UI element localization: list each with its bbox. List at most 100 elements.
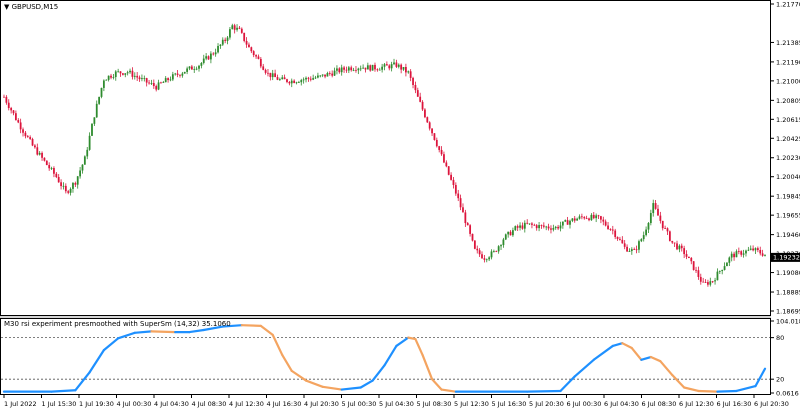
candle-body xyxy=(718,271,721,272)
candle-body xyxy=(62,185,65,187)
price-axis[interactable]: 1.21770 1.21385 1.21190 1.21000 1.20805 1.206… xyxy=(770,1,800,316)
candle-body xyxy=(504,234,507,240)
candle-body xyxy=(100,87,103,97)
panel-separator[interactable] xyxy=(0,316,771,318)
time-tick-label: 5 Jul 12:30 xyxy=(454,400,489,408)
candle-body xyxy=(288,82,291,84)
time-axis[interactable]: 1 Jul 2022 1 Jul 15:30 1 Jul 19:30 4 Jul 00… xyxy=(3,395,789,408)
candle-body xyxy=(483,258,486,260)
candle-body xyxy=(419,96,422,102)
candle-body xyxy=(395,62,398,67)
candle-body xyxy=(7,102,10,109)
candle-body xyxy=(614,230,617,237)
candle-body xyxy=(217,45,219,53)
candle-body xyxy=(545,226,548,228)
price-tick-label: 1.19655 xyxy=(776,212,800,220)
candle-body xyxy=(221,39,224,45)
candle-body xyxy=(171,74,174,80)
candle-body xyxy=(426,117,429,123)
candle-body xyxy=(764,254,766,256)
candle-body xyxy=(297,82,300,83)
indicator-tick-label: 104.018 xyxy=(776,318,800,326)
indicator-label[interactable]: M30 rsi experiment presmoothed with Supe… xyxy=(4,320,231,328)
candle-body xyxy=(112,77,115,78)
candle-body xyxy=(281,77,284,80)
candle-body xyxy=(295,82,298,84)
candle-body xyxy=(122,73,124,75)
candle-body xyxy=(383,64,386,67)
symbol-label[interactable]: ▼ GBPUSD,M15 xyxy=(4,3,58,11)
rsi-segment xyxy=(716,389,738,393)
candle-body xyxy=(752,248,755,251)
candle-body xyxy=(214,52,217,55)
time-tick-label: 5 Jul 04:30 xyxy=(379,400,414,408)
candle-body xyxy=(274,73,277,78)
candle-body xyxy=(148,82,150,84)
candle-body xyxy=(355,69,357,71)
time-tick-label: 6 Jul 16:30 xyxy=(717,400,752,408)
candle-body xyxy=(561,221,564,226)
candle-body xyxy=(640,239,643,242)
current-price-label: 1.19232 xyxy=(773,254,800,262)
price-tick-label: 1.18695 xyxy=(776,308,800,316)
candle-body xyxy=(24,132,27,137)
candle-body xyxy=(102,80,105,88)
candle-body xyxy=(628,251,631,252)
candle-body xyxy=(3,96,5,98)
candle-body xyxy=(538,225,540,229)
price-panel[interactable] xyxy=(0,0,771,316)
candle-body xyxy=(48,165,51,169)
time-tick-label: 6 Jul 04:30 xyxy=(604,400,639,408)
candle-body xyxy=(345,69,348,71)
rsi-segment xyxy=(240,324,262,327)
candle-body xyxy=(611,229,614,231)
candle-body xyxy=(416,90,419,97)
candle-body xyxy=(245,40,248,45)
candle-body xyxy=(22,129,24,133)
price-tick-label: 1.21000 xyxy=(776,77,800,85)
indicator-panel[interactable] xyxy=(0,318,771,395)
candle-body xyxy=(542,225,545,227)
candle-body xyxy=(86,149,89,157)
indicator-axis[interactable]: 104.018 80 20 0.0616 xyxy=(770,318,800,398)
candle-body xyxy=(473,240,476,249)
rsi-segment xyxy=(526,389,562,393)
candle-body xyxy=(209,53,212,60)
candle-body xyxy=(26,136,29,138)
candle-body xyxy=(160,82,162,84)
indicator-tick-label: 20 xyxy=(776,376,784,384)
candle-body xyxy=(676,243,678,250)
candle-body xyxy=(514,226,517,231)
candle-body xyxy=(519,225,521,228)
candle-body xyxy=(198,65,200,69)
candle-body xyxy=(737,251,740,253)
time-tick-label: 4 Jul 12:30 xyxy=(229,400,264,408)
candle-body xyxy=(497,246,500,252)
candle-body xyxy=(588,218,590,221)
candle-body xyxy=(10,108,13,111)
candle-body xyxy=(707,282,709,285)
candle-body xyxy=(664,228,667,229)
candle-body xyxy=(609,229,612,230)
candle-body xyxy=(443,154,445,163)
candle-body xyxy=(688,256,690,258)
candle-body xyxy=(566,220,569,225)
candle-body xyxy=(267,72,269,74)
candle-body xyxy=(457,193,460,199)
candle-body xyxy=(550,228,552,230)
candle-body xyxy=(193,69,196,70)
candle-body xyxy=(233,25,236,30)
time-tick-label: 1 Jul 2022 xyxy=(4,400,37,408)
candle-body xyxy=(359,68,362,70)
candle-body xyxy=(72,183,74,189)
candle-body xyxy=(14,113,17,121)
candle-body xyxy=(471,233,474,241)
candle-body xyxy=(328,73,331,74)
candle-body xyxy=(521,225,524,229)
symbol-dropdown-icon[interactable]: ▼ xyxy=(4,3,9,11)
trading-chart[interactable]: 1.21770 1.21385 1.21190 1.21000 1.20805 1.206… xyxy=(0,0,800,411)
candle-body xyxy=(183,71,186,74)
indicator-tick-label: 0.0616 xyxy=(776,390,799,398)
candle-body xyxy=(626,246,628,252)
candle-body xyxy=(276,77,279,80)
